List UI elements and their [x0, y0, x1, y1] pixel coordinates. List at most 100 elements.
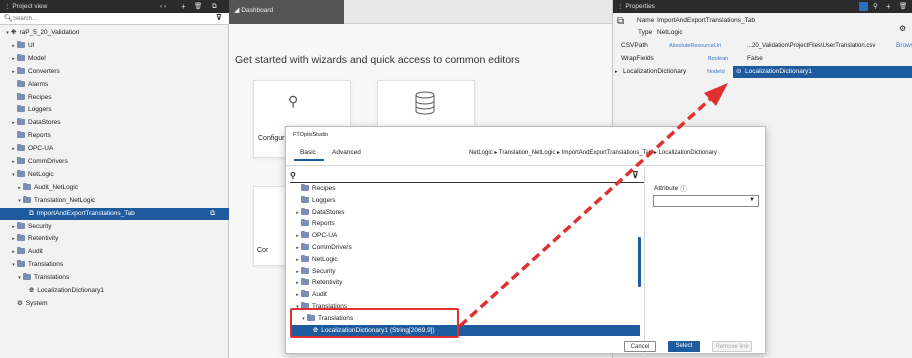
- expand-arrow-icon[interactable]: ▾: [10, 169, 17, 182]
- tree-item[interactable]: ▸ UI: [0, 40, 229, 53]
- delete-icon[interactable]: 🗑: [899, 0, 907, 13]
- tree-item-label: Audit_NetLogic: [34, 183, 79, 191]
- tree-item[interactable]: ▸ Audit: [0, 246, 229, 259]
- prop-value[interactable]: ...20_Validation\ProjectFiles\UserTransl…: [747, 40, 875, 52]
- folder-icon: [23, 195, 31, 203]
- name-value[interactable]: ImportAndExportTranslations_Tab: [657, 17, 755, 24]
- tree-item-label: ImportAndExportTranslations_Tab: [36, 209, 135, 217]
- tab-dashboard[interactable]: ◢ Dashboard: [229, 0, 344, 24]
- tree-item-label: CommDrivers: [312, 244, 352, 251]
- tree-item[interactable]: ⚙ System: [0, 298, 229, 311]
- tree-item[interactable]: ▸ Audit_NetLogic: [0, 182, 229, 195]
- tree-item[interactable]: Reports: [0, 130, 229, 143]
- netlogic-editor-icon[interactable]: ⧉: [210, 208, 215, 221]
- prop-value: LocalizationDictionary1: [745, 68, 812, 75]
- tree-item[interactable]: Reports: [290, 218, 640, 230]
- filter-icon[interactable]: ⊽: [632, 170, 639, 181]
- add-icon[interactable]: +: [886, 0, 891, 13]
- expand-arrow-icon[interactable]: ▾: [10, 259, 17, 272]
- expand-arrow-icon[interactable]: ▸: [10, 66, 17, 79]
- wizard-card-2[interactable]: [377, 80, 475, 128]
- tree-item[interactable]: ▸ DataStores: [290, 207, 640, 219]
- tree-item[interactable]: ▸ Audit: [290, 289, 640, 301]
- tree-item[interactable]: 🌐︎ LocalizationDictionary1: [0, 285, 229, 298]
- tree-item[interactable]: ▾ ⁜ raP_5_20_Validation: [0, 27, 229, 40]
- filter-icon[interactable]: ⊽: [216, 13, 222, 22]
- tab-basic[interactable]: Basic: [300, 149, 316, 156]
- nav-arrows-icon[interactable]: ‹ ›: [160, 0, 166, 13]
- tree-item[interactable]: ▸ Security: [290, 266, 640, 278]
- project-tree: ▾ ⁜ raP_5_20_Validation ▸ UI ▸ Model ▸ Converter…: [0, 27, 229, 358]
- tree-item-label: Alarms: [28, 80, 49, 88]
- expand-arrow-icon[interactable]: ▾: [16, 272, 23, 285]
- tree-item[interactable]: ▸ Converters: [0, 66, 229, 79]
- expand-arrow-icon[interactable]: ▸: [16, 182, 23, 195]
- browse-link[interactable]: Browse: [896, 40, 912, 52]
- tab-advanced[interactable]: Advanced: [332, 149, 361, 156]
- expand-arrow-icon[interactable]: ▾: [16, 195, 23, 208]
- name-label: Name: [637, 17, 655, 24]
- tree-item[interactable]: Recipes: [0, 92, 229, 105]
- link-icon[interactable]: ⚲: [873, 0, 878, 13]
- expand-arrow-icon[interactable]: ▸: [10, 53, 17, 66]
- expand-arrow-icon[interactable]: ▾: [4, 27, 11, 40]
- expand-arrow-icon[interactable]: ▸: [10, 156, 17, 169]
- expand-arrow-icon[interactable]: ▸: [10, 117, 17, 130]
- expand-arrow-icon[interactable]: ▸: [10, 221, 17, 234]
- folder-icon: [17, 66, 25, 74]
- tree-item[interactable]: ▸ CommDrivers: [0, 156, 229, 169]
- tree-item-label: Translations: [28, 261, 64, 269]
- project-view-header: ⋮ Project view ‹ › + 🗑 ⧉: [0, 0, 229, 13]
- tree-item[interactable]: Recipes: [290, 183, 640, 195]
- delete-icon[interactable]: 🗑: [194, 0, 202, 13]
- folder-icon: [17, 40, 25, 48]
- tree-item[interactable]: ▾ Translations: [0, 259, 229, 272]
- prop-row-wrapfields[interactable]: WrapFields Boolean False: [613, 53, 912, 65]
- add-icon[interactable]: +: [181, 0, 186, 13]
- prop-row-localizationdictionary[interactable]: ▸ LocalizationDictionary NodeId ⊝ Locali…: [613, 66, 912, 78]
- folder-icon: [23, 182, 31, 190]
- dialog-scrollbar[interactable]: [638, 237, 641, 287]
- tree-item[interactable]: Loggers: [290, 195, 640, 207]
- tree-item[interactable]: ▸ DataStores: [0, 117, 229, 130]
- tree-item[interactable]: ▾ Translations: [0, 272, 229, 285]
- expand-arrow-icon[interactable]: ▸: [615, 66, 618, 78]
- expand-arrow-icon[interactable]: ▸: [10, 143, 17, 156]
- prop-row-csvpath[interactable]: CSVPath AbsoluteResourceUri ...20_Valida…: [613, 40, 912, 52]
- select-button[interactable]: Select: [668, 341, 700, 352]
- settings-icon[interactable]: ⚙: [899, 24, 906, 33]
- prop-value[interactable]: False: [747, 53, 763, 65]
- tree-item[interactable]: ▸ Security: [0, 221, 229, 234]
- search-input[interactable]: [13, 14, 203, 23]
- tree-item[interactable]: ▸ Retentivity: [0, 233, 229, 246]
- tree-item[interactable]: Loggers: [0, 104, 229, 117]
- tree-item[interactable]: ▸ Model: [0, 53, 229, 66]
- tree-item[interactable]: ▸ NetLogic: [290, 254, 640, 266]
- folder-icon: [17, 157, 25, 164]
- tree-item[interactable]: ▸ Retentivity: [290, 277, 640, 289]
- tree-item[interactable]: ▸ OPC-UA: [0, 143, 229, 156]
- expand-arrow-icon[interactable]: ▸: [10, 246, 17, 259]
- expand-arrow-icon[interactable]: ▸: [10, 40, 17, 53]
- remove-link-button[interactable]: Remove link: [712, 341, 752, 352]
- info-icon[interactable]: ⓘ: [680, 184, 687, 194]
- type-value: NetLogic: [657, 29, 683, 36]
- tree-item[interactable]: ▾ Translation_NetLogic: [0, 195, 229, 208]
- view-mode-icon[interactable]: [859, 2, 868, 11]
- folder-icon: [301, 231, 309, 239]
- tree-item[interactable]: ▾ NetLogic: [0, 169, 229, 182]
- cancel-button[interactable]: Cancel: [624, 341, 656, 352]
- tree-item[interactable]: ⧉ ImportAndExportTranslations_Tab ⧉: [0, 207, 229, 221]
- tree-item-label: Security: [28, 222, 52, 230]
- copy-icon[interactable]: ⧉: [212, 0, 217, 13]
- tree-item[interactable]: ▸ OPC-UA: [290, 230, 640, 242]
- project-view-title: Project view: [12, 3, 48, 10]
- attribute-select[interactable]: ▼: [653, 195, 759, 207]
- expand-arrow-icon[interactable]: ▸: [10, 233, 17, 246]
- dashboard-tabbar: ◢ Dashboard: [229, 0, 612, 24]
- search-icon: 🔍︎: [4, 15, 13, 22]
- tree-item[interactable]: Alarms: [0, 79, 229, 92]
- folder-icon: [17, 92, 25, 100]
- tree-item[interactable]: ▸ CommDrivers: [290, 242, 640, 254]
- prop-value-selected[interactable]: ⊝ LocalizationDictionary1: [733, 66, 912, 78]
